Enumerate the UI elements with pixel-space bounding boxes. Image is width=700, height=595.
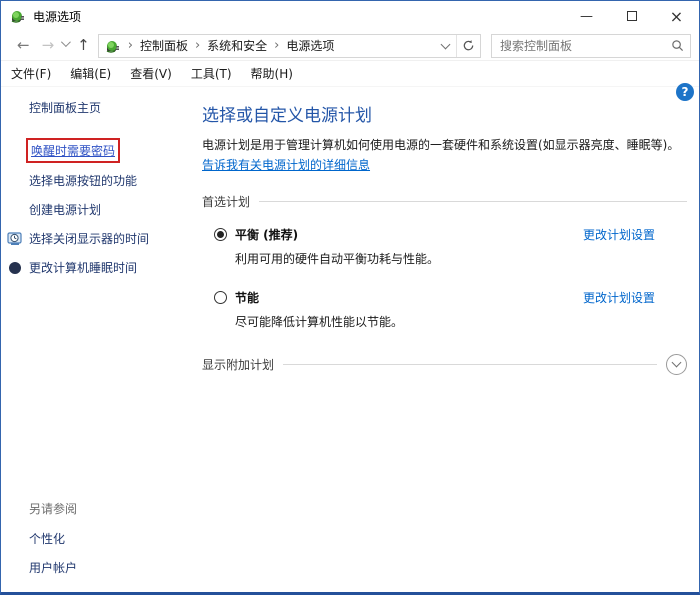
navigation-bar: ← → ↑ › 控制面板 › 系统和安全 › 电源选项 bbox=[1, 31, 699, 61]
sidebar-item-power-buttons[interactable]: 选择电源按钮的功能 bbox=[1, 172, 188, 189]
breadcrumb-separator-icon: › bbox=[188, 38, 207, 53]
plan-name[interactable]: 平衡 (推荐) bbox=[235, 226, 298, 243]
breadcrumb-power-options[interactable]: 电源选项 bbox=[286, 37, 334, 54]
address-bar[interactable]: › 控制面板 › 系统和安全 › 电源选项 bbox=[98, 34, 481, 58]
minimize-icon: — bbox=[580, 9, 593, 24]
plan-description: 利用可用的硬件自动平衡功耗与性能。 bbox=[235, 250, 687, 267]
help-button[interactable]: ? bbox=[676, 83, 694, 101]
divider bbox=[259, 201, 687, 202]
search-icon[interactable] bbox=[671, 39, 684, 52]
chevron-down-icon bbox=[672, 358, 682, 368]
intro-paragraph: 电源计划是用于管理计算机如何使用电源的一套硬件和系统设置(如显示器亮度、睡眠等)… bbox=[202, 136, 684, 176]
breadcrumb-control-panel[interactable]: 控制面板 bbox=[140, 37, 188, 54]
sidebar-item-sleep-time[interactable]: 更改计算机睡眠时间 bbox=[1, 259, 188, 276]
preferred-plans-header: 首选计划 bbox=[202, 193, 250, 210]
search-box[interactable] bbox=[491, 34, 691, 58]
change-plan-settings-link-balanced[interactable]: 更改计划设置 bbox=[583, 226, 655, 243]
plan-power-saver: 节能 更改计划设置 尽可能降低计算机性能以节能。 bbox=[202, 289, 687, 330]
change-plan-settings-link-power-saver[interactable]: 更改计划设置 bbox=[583, 289, 655, 306]
title-bar: 电源选项 — × bbox=[1, 1, 699, 31]
additional-plans-header: 显示附加计划 bbox=[202, 356, 274, 373]
show-additional-plans-button[interactable] bbox=[666, 354, 687, 375]
sidebar-item-user-accounts[interactable]: 用户帐户 bbox=[1, 559, 188, 576]
recent-pages-chevron-icon[interactable] bbox=[61, 37, 71, 47]
plan-balanced: 平衡 (推荐) 更改计划设置 利用可用的硬件自动平衡功耗与性能。 bbox=[202, 226, 687, 267]
plan-row: 节能 更改计划设置 bbox=[202, 289, 687, 306]
address-dropdown-button[interactable] bbox=[434, 35, 456, 57]
power-options-window: 电源选项 — × ← → ↑ › 控制面板 › 系统和安全 › 电源选项 bbox=[0, 0, 700, 595]
question-mark-icon: ? bbox=[682, 85, 689, 99]
menu-help[interactable]: 帮助(H) bbox=[251, 65, 293, 82]
breadcrumb-separator-icon: › bbox=[121, 38, 140, 53]
chevron-down-icon bbox=[440, 39, 450, 49]
plans-list: 平衡 (推荐) 更改计划设置 利用可用的硬件自动平衡功耗与性能。 节能 更改计划… bbox=[202, 226, 687, 330]
sidebar-item-control-panel-home[interactable]: 控制面板主页 bbox=[1, 99, 188, 116]
see-also-section: 另请参阅 个性化 用户帐户 bbox=[1, 500, 188, 578]
refresh-icon bbox=[462, 39, 475, 52]
radio-balanced[interactable] bbox=[214, 228, 227, 241]
menu-file[interactable]: 文件(F) bbox=[11, 65, 51, 82]
up-button[interactable]: ↑ bbox=[73, 38, 98, 53]
sidebar-item-label: 选择关闭显示器的时间 bbox=[29, 230, 149, 247]
sidebar-item-wakeup-password[interactable]: 唤醒时需要密码 bbox=[26, 138, 120, 163]
breadcrumb-system-security[interactable]: 系统和安全 bbox=[207, 37, 267, 54]
body-area: 控制面板主页 唤醒时需要密码 选择电源按钮的功能 创建电源计划 选择关闭显示器的… bbox=[1, 87, 699, 592]
learn-more-link[interactable]: 告诉我有关电源计划的详细信息 bbox=[202, 158, 370, 172]
close-button[interactable]: × bbox=[654, 2, 699, 31]
plan-name[interactable]: 节能 bbox=[235, 289, 259, 306]
plan-description: 尽可能降低计算机性能以节能。 bbox=[235, 313, 687, 330]
menu-edit[interactable]: 编辑(E) bbox=[70, 65, 111, 82]
search-input[interactable] bbox=[500, 39, 671, 53]
sidebar-item-create-plan[interactable]: 创建电源计划 bbox=[1, 201, 188, 218]
forward-button[interactable]: → bbox=[36, 38, 61, 53]
maximize-button[interactable] bbox=[609, 2, 654, 31]
intro-text: 电源计划是用于管理计算机如何使用电源的一套硬件和系统设置(如显示器亮度、睡眠等)… bbox=[202, 138, 679, 152]
radio-power-saver[interactable] bbox=[214, 291, 227, 304]
close-icon: × bbox=[670, 7, 683, 26]
divider bbox=[283, 364, 657, 365]
menu-tools[interactable]: 工具(T) bbox=[191, 65, 232, 82]
preferred-plans-header-row: 首选计划 bbox=[202, 193, 687, 210]
sidebar: 控制面板主页 唤醒时需要密码 选择电源按钮的功能 创建电源计划 选择关闭显示器的… bbox=[1, 87, 188, 592]
see-also-header: 另请参阅 bbox=[1, 500, 188, 517]
sidebar-item-wakeup-password-wrap: 唤醒时需要密码 bbox=[1, 138, 188, 163]
power-plug-icon bbox=[105, 38, 121, 54]
menu-view[interactable]: 查看(V) bbox=[130, 65, 172, 82]
plan-row: 平衡 (推荐) 更改计划设置 bbox=[202, 226, 687, 243]
additional-plans-row: 显示附加计划 bbox=[202, 354, 687, 375]
main-content: ? 选择或自定义电源计划 电源计划是用于管理计算机如何使用电源的一套硬件和系统设… bbox=[188, 87, 699, 592]
power-plug-icon bbox=[10, 8, 26, 24]
sidebar-item-personalization[interactable]: 个性化 bbox=[1, 530, 188, 547]
clock-display-icon bbox=[7, 231, 23, 247]
maximize-icon bbox=[627, 11, 637, 21]
window-title: 电源选项 bbox=[33, 8, 564, 25]
breadcrumb-separator-icon: › bbox=[267, 38, 286, 53]
minimize-button[interactable]: — bbox=[564, 2, 609, 31]
menu-bar: 文件(F) 编辑(E) 查看(V) 工具(T) 帮助(H) bbox=[1, 61, 699, 87]
page-title: 选择或自定义电源计划 bbox=[202, 101, 687, 126]
refresh-button[interactable] bbox=[456, 35, 480, 57]
back-button[interactable]: ← bbox=[11, 38, 36, 53]
sidebar-item-display-off-time[interactable]: 选择关闭显示器的时间 bbox=[1, 230, 188, 247]
sidebar-item-label: 更改计算机睡眠时间 bbox=[29, 259, 137, 276]
sleep-moon-icon bbox=[7, 260, 23, 276]
